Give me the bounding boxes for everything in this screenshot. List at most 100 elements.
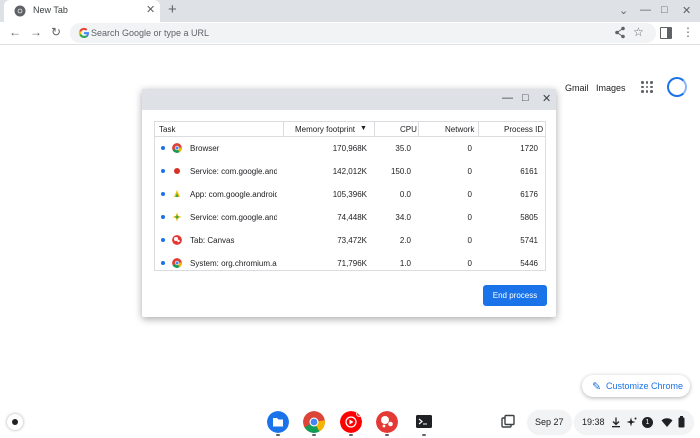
running-indicator (385, 434, 389, 436)
launcher-button[interactable] (7, 414, 23, 430)
selection-dot (161, 146, 165, 150)
tab-search-dropdown-icon[interactable]: ⌄ (619, 4, 628, 17)
process-name: Tab: Canvas (190, 236, 235, 245)
files-icon[interactable] (267, 411, 289, 433)
task-manager-minimize-button[interactable]: — (502, 92, 513, 104)
youtube-music-icon[interactable] (340, 411, 362, 433)
chrome-icon (14, 5, 26, 17)
date-tray[interactable]: Sep 27 (528, 411, 571, 434)
table-row[interactable]: Browser 170,968K 35.0 0 1720 (155, 137, 545, 160)
task-manager-titlebar[interactable]: — □ ✕ (142, 89, 556, 110)
process-network: 0 (467, 259, 472, 268)
column-cpu[interactable]: CPU (400, 125, 417, 134)
customize-chrome-label: Customize Chrome (606, 381, 684, 391)
chrome-icon (172, 258, 182, 268)
process-memory: 74,448K (337, 213, 367, 222)
process-cpu: 34.0 (395, 213, 411, 222)
share-icon[interactable] (614, 26, 626, 39)
sparkle-icon (626, 417, 637, 427)
tab-new-tab[interactable]: New Tab ✕ (4, 0, 160, 22)
running-indicator (312, 434, 316, 436)
task-manager-maximize-button[interactable]: □ (522, 92, 529, 104)
process-network: 0 (467, 144, 472, 153)
process-id: 5741 (520, 236, 538, 245)
table-row[interactable]: App: com.google.android 105,396K 0.0 0 6… (155, 183, 545, 206)
column-memory[interactable]: Memory footprint (295, 125, 355, 134)
menu-icon[interactable]: ⋮ (682, 25, 694, 39)
pencil-icon: ✎ (592, 381, 602, 393)
new-tab-button[interactable]: + (168, 1, 177, 18)
process-memory: 73,472K (337, 236, 367, 245)
process-id: 5446 (520, 259, 538, 268)
task-manager-close-button[interactable]: ✕ (542, 92, 551, 105)
canvas-icon (172, 235, 182, 245)
column-process-id[interactable]: Process ID (504, 125, 543, 134)
notification-badge: 1 (642, 417, 653, 428)
running-indicator (422, 434, 426, 436)
table-row[interactable]: System: org.chromium.arc 71,796K 1.0 0 5… (155, 252, 545, 270)
column-divider (374, 122, 375, 136)
side-panel-icon[interactable] (660, 27, 672, 39)
forward-button[interactable]: → (30, 25, 42, 39)
tab-title: New Tab (33, 5, 68, 15)
column-divider (418, 122, 419, 136)
terminal-icon[interactable] (413, 411, 435, 433)
tab-close-button[interactable]: ✕ (146, 3, 155, 16)
task-manager-window: — □ ✕ Task Memory footprint ▼ CPU Networ… (142, 89, 556, 317)
process-memory: 142,012K (332, 167, 367, 176)
selection-dot (161, 261, 165, 265)
back-button[interactable]: ← (9, 25, 21, 39)
table-row[interactable]: Tab: Canvas 73,472K 2.0 0 5741 (155, 229, 545, 252)
google-icon (78, 27, 89, 38)
process-name: Service: com.google.android (190, 167, 277, 176)
selection-dot (161, 238, 165, 242)
table-row[interactable]: Service: com.google.android 74,448K 34.0… (155, 206, 545, 229)
chrome-icon[interactable] (303, 411, 325, 433)
star-service-icon (172, 212, 182, 222)
table-row[interactable]: Service: com.google.android 142,012K 150… (155, 160, 545, 183)
omnibox[interactable]: Search Google or type a URL ☆ (70, 23, 656, 43)
overview-icon[interactable] (500, 414, 516, 430)
process-cpu: 2.0 (399, 236, 411, 245)
sort-descending-icon: ▼ (360, 125, 367, 132)
gmail-link[interactable]: Gmail (565, 83, 589, 93)
wifi-icon (661, 418, 673, 427)
process-id: 6161 (520, 167, 538, 176)
canvas-icon[interactable] (376, 411, 398, 433)
column-network[interactable]: Network (445, 125, 474, 134)
google-apps-icon[interactable] (641, 81, 653, 93)
bookmark-star-icon[interactable]: ☆ (633, 25, 644, 39)
selection-dot (161, 169, 165, 173)
status-tray[interactable]: 19:38 1 (575, 411, 693, 434)
column-divider (478, 122, 479, 136)
process-name: App: com.google.android (190, 190, 277, 199)
end-process-button[interactable]: End process (483, 285, 547, 306)
process-cpu: 1.0 (399, 259, 411, 268)
column-divider (283, 122, 284, 136)
images-link[interactable]: Images (596, 83, 626, 93)
time-label: 19:38 (582, 417, 605, 427)
process-cpu: 0.0 (399, 190, 411, 199)
chrome-icon (172, 143, 182, 153)
reload-button[interactable]: ↻ (51, 25, 61, 39)
minimize-button[interactable]: — (640, 4, 651, 16)
omnibox-placeholder: Search Google or type a URL (91, 28, 210, 38)
process-memory: 71,796K (337, 259, 367, 268)
close-window-button[interactable]: ✕ (682, 4, 691, 17)
maximize-button[interactable]: □ (661, 4, 668, 16)
process-memory: 105,396K (332, 190, 367, 199)
process-memory: 170,968K (332, 144, 367, 153)
process-id: 5805 (520, 213, 538, 222)
process-name: System: org.chromium.arc (190, 259, 277, 268)
android-app-icon (174, 190, 180, 197)
process-cpu: 35.0 (395, 144, 411, 153)
table-header: Task Memory footprint ▼ CPU Network Proc… (155, 122, 545, 137)
running-indicator (349, 434, 353, 436)
process-network: 0 (467, 236, 472, 245)
process-network: 0 (467, 190, 472, 199)
customize-chrome-button[interactable]: ✎ Customize Chrome (582, 375, 690, 397)
selection-dot (161, 192, 165, 196)
account-avatar[interactable] (667, 77, 687, 97)
column-task[interactable]: Task (159, 125, 175, 134)
process-id: 1720 (520, 144, 538, 153)
